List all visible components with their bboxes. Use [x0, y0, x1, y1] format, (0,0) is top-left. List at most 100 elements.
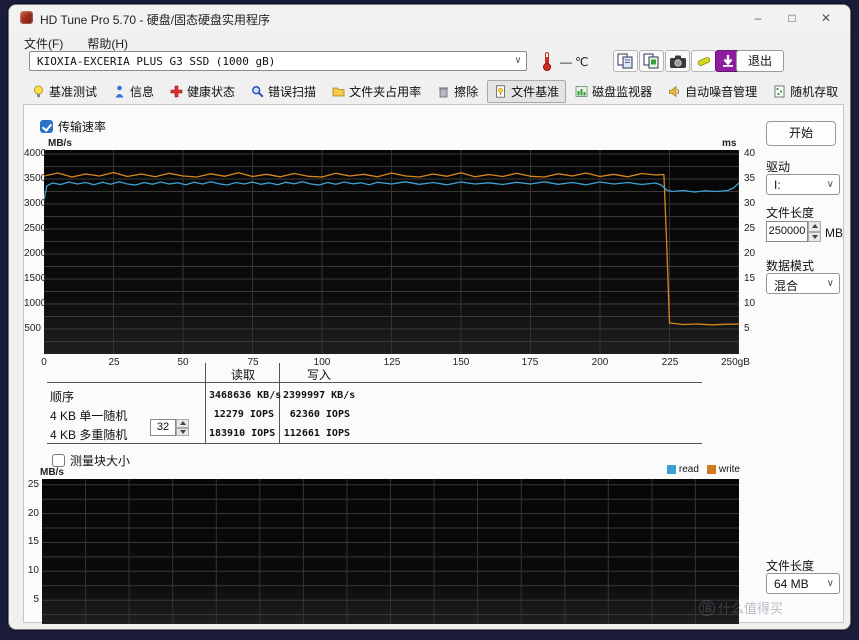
close-button[interactable]: ✕ — [810, 8, 842, 28]
transfer-rate-plot — [44, 150, 739, 354]
drive-select-value: KIOXIA-EXCERIA PLUS G3 SSD (1000 gB) — [37, 55, 276, 68]
download-arrow-icon — [722, 55, 733, 67]
chevron-down-icon: ∨ — [826, 578, 834, 589]
spinner-down-button[interactable] — [176, 427, 189, 436]
row-sequential-label: 顺序 — [50, 390, 75, 404]
spinner-up-button[interactable] — [176, 419, 189, 428]
tab-noise-management[interactable]: 自动噪音管理 — [661, 80, 764, 103]
spinner-up-button[interactable] — [808, 221, 821, 232]
chart-legend: read write — [666, 464, 740, 475]
tab-erase[interactable]: 擦除 — [430, 80, 485, 103]
table-bottom-rule — [47, 443, 702, 444]
row-sequential-write: 2399997 KB/s — [283, 390, 356, 401]
titlebar: HD Tune Pro 5.70 - 硬盘/固态硬盘实用程序 – □ ✕ — [9, 5, 850, 31]
file-length-label: 文件长度 — [766, 206, 815, 220]
write-swatch — [706, 465, 716, 474]
chevron-down-icon: ∨ — [826, 278, 834, 289]
drive-label: 驱动 — [766, 160, 791, 174]
file-length-value[interactable]: 250000 — [766, 221, 808, 242]
maximize-button[interactable]: □ — [776, 8, 808, 28]
highlighter-icon — [697, 57, 710, 66]
block-size-checkbox[interactable] — [52, 454, 65, 467]
temperature-value: — — [560, 55, 572, 69]
exit-button[interactable]: 退出 — [736, 50, 784, 72]
magnifier-icon — [252, 86, 264, 98]
file-length2-value: 64 MB — [774, 577, 809, 591]
start-button[interactable]: 开始 — [766, 121, 836, 146]
file-length2-dropdown[interactable]: 64 MB ∨ — [766, 573, 840, 594]
table-divider — [205, 363, 206, 443]
row-4k-multi-write: 112661 IOPS — [283, 428, 350, 439]
trash-icon — [439, 87, 449, 98]
tab-random-access[interactable]: 随机存取 — [766, 80, 845, 103]
data-mode-label: 数据模式 — [766, 259, 815, 273]
table-divider — [279, 363, 280, 443]
copy-text-icon — [617, 53, 633, 69]
speaker-icon — [669, 85, 680, 98]
tab-health[interactable]: 健康状态 — [163, 80, 242, 103]
tab-benchmark[interactable]: 基准测试 — [25, 80, 104, 103]
file-benchmark-panel: 传输速率 MB/s ms 4000 3500 3000 2500 2000 1500 100… — [23, 104, 844, 624]
temperature-unit: ℃ — [575, 55, 589, 69]
drive-select[interactable]: KIOXIA-EXCERIA PLUS G3 SSD (1000 gB) ∨ — [29, 51, 527, 71]
copy-image-icon — [643, 53, 659, 69]
row-sequential-read: 3468636 KB/s — [209, 390, 282, 401]
transfer-rate-chart — [44, 150, 739, 354]
row-4k-multi-label: 4 KB 多重随机 — [50, 428, 128, 442]
row-4k-single-write: 62360 IOPS — [289, 409, 350, 420]
file-page-icon — [496, 85, 505, 98]
tab-file-benchmark[interactable]: 文件基准 — [487, 80, 567, 103]
block-size-label: 测量块大小 — [70, 454, 131, 468]
folder-icon — [332, 87, 345, 97]
row-4k-single-read: 12279 IOPS — [213, 409, 274, 420]
minimize-button[interactable]: – — [742, 8, 774, 28]
chevron-down-icon: ∨ — [826, 179, 834, 190]
tab-error-scan[interactable]: 错误扫描 — [244, 80, 323, 103]
random-access-icon — [774, 85, 785, 98]
info-person-icon — [115, 85, 124, 98]
app-icon — [20, 11, 33, 24]
transfer-rate-label: 传输速率 — [58, 120, 107, 134]
tab-extra-tests[interactable]: 附加测试 — [847, 80, 850, 103]
screenshot-button[interactable] — [665, 50, 690, 72]
block-size-plot — [42, 479, 739, 624]
chevron-down-icon: ∨ — [514, 55, 521, 66]
window-title: HD Tune Pro 5.70 - 硬盘/固态硬盘实用程序 — [40, 13, 271, 27]
data-mode-dropdown[interactable]: 混合 ∨ — [766, 273, 840, 294]
health-cross-icon — [170, 85, 183, 98]
legend-write: write — [706, 464, 740, 475]
main-chart-ms-unit: ms — [722, 138, 737, 149]
data-mode-value: 混合 — [774, 279, 799, 293]
file-length-spinner[interactable]: 250000 — [766, 221, 821, 242]
spinner-down-button[interactable] — [808, 231, 821, 242]
queue-depth-spinner[interactable]: 32 — [150, 419, 189, 436]
drive-dropdown-value: I: — [774, 178, 781, 192]
save-button[interactable] — [691, 50, 716, 72]
camera-icon — [669, 55, 686, 68]
app-window: HD Tune Pro 5.70 - 硬盘/固态硬盘实用程序 – □ ✕ 文件(… — [8, 4, 851, 630]
bulb-icon — [34, 85, 43, 98]
block-chart-y-unit: MB/s — [40, 467, 64, 478]
tab-disk-monitor[interactable]: 磁盘监视器 — [568, 80, 659, 103]
read-swatch — [666, 465, 676, 474]
table-col-write: 写入 — [306, 368, 331, 382]
copy-text-button[interactable] — [613, 50, 638, 72]
queue-depth-value[interactable]: 32 — [150, 419, 176, 436]
table-header-rule — [47, 382, 702, 383]
file-length2-label: 文件长度 — [766, 559, 815, 573]
main-chart-y-unit: MB/s — [48, 138, 72, 149]
watermark: 值 什么值得买 — [699, 598, 783, 617]
tab-folder-usage[interactable]: 文件夹占用率 — [325, 80, 428, 103]
disk-monitor-icon — [575, 86, 588, 97]
copy-image-button[interactable] — [639, 50, 664, 72]
transfer-rate-checkbox[interactable] — [40, 120, 53, 133]
tab-bar: 基准测试 信息 健康状态 错误扫描 文件夹占用率 擦除 文件基准 磁盘监视器 自… — [25, 80, 850, 103]
drive-dropdown[interactable]: I: ∨ — [766, 174, 840, 195]
tab-info[interactable]: 信息 — [106, 80, 161, 103]
thermometer-icon — [540, 51, 554, 71]
file-length-unit: MB — [825, 226, 843, 240]
row-4k-multi-read: 183910 IOPS — [209, 428, 276, 439]
row-4k-single-label: 4 KB 单一随机 — [50, 409, 128, 423]
table-col-read: 读取 — [230, 368, 255, 382]
legend-read: read — [666, 464, 699, 475]
